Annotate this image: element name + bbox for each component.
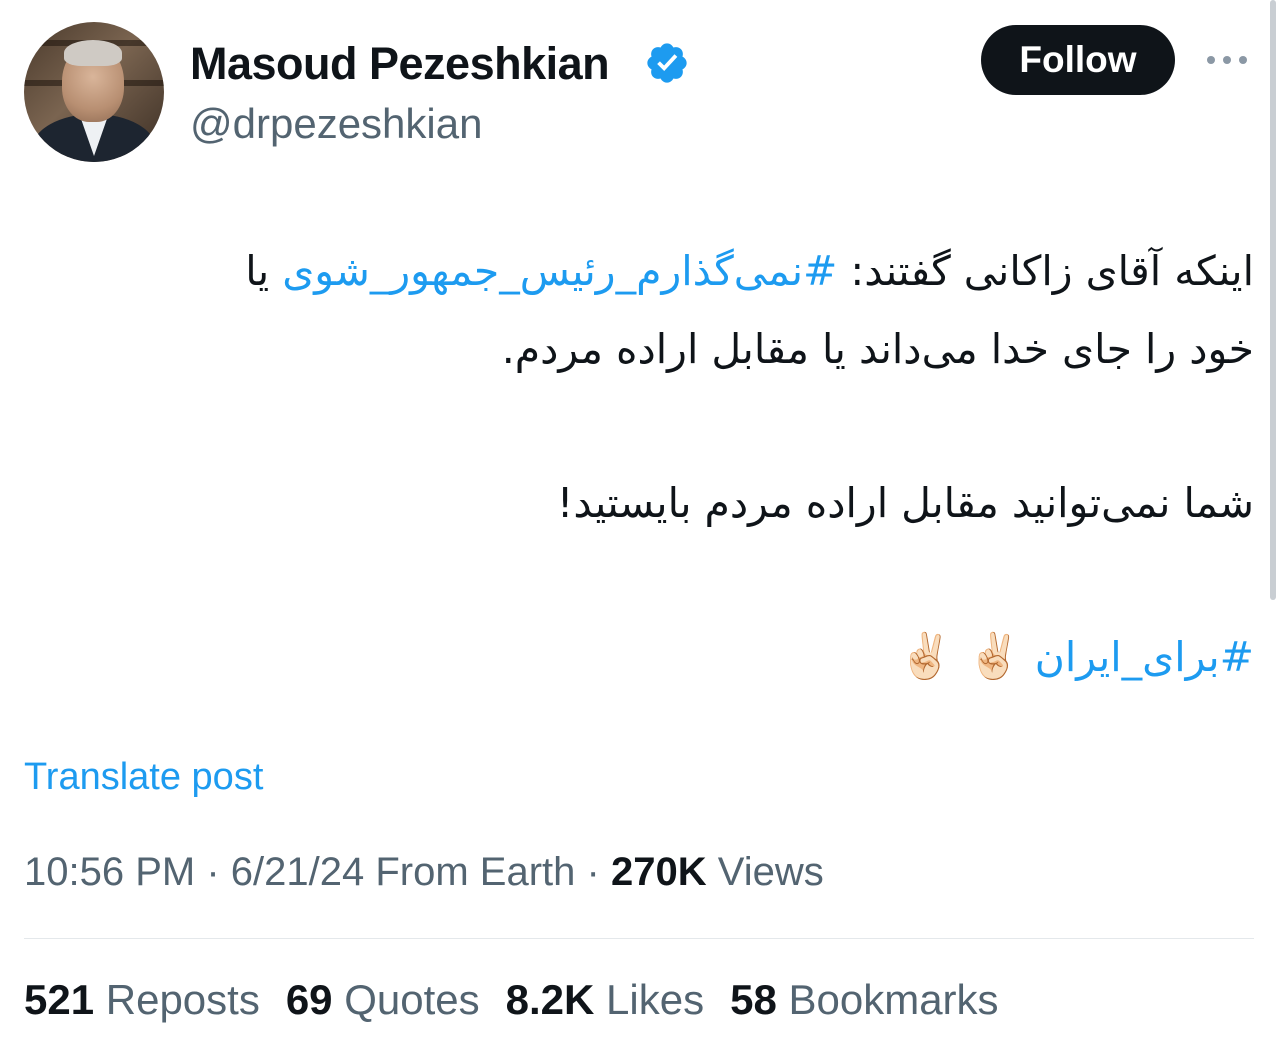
follow-button[interactable]: Follow bbox=[981, 25, 1175, 95]
victory-hand-emoji: ✌🏻 ✌🏻 bbox=[898, 631, 1022, 682]
engagement-stats: 521 Reposts 69 Quotes 8.2K Likes 58 Book… bbox=[24, 976, 999, 1024]
tweet-line-1: اینکه آقای زاکانی گفتند: #نمی‌گذارم_رئیس… bbox=[24, 232, 1254, 310]
likes-count: 8.2K bbox=[505, 976, 595, 1023]
reposts-stat[interactable]: 521 Reposts bbox=[24, 976, 260, 1024]
divider bbox=[24, 938, 1254, 939]
reposts-label: Reposts bbox=[105, 976, 260, 1023]
bookmarks-count: 58 bbox=[730, 976, 777, 1023]
quotes-label: Quotes bbox=[344, 976, 480, 1023]
hashtag-link[interactable]: #برای_ایران bbox=[1035, 633, 1254, 681]
tweet-text-segment: یا bbox=[245, 247, 283, 295]
meta-separator: · bbox=[206, 850, 231, 894]
tweet-date[interactable]: 6/21/24 bbox=[231, 850, 364, 894]
likes-label: Likes bbox=[606, 976, 705, 1023]
scrollbar[interactable] bbox=[1270, 0, 1276, 600]
tweet-line-4: #برای_ایران ✌🏻 ✌🏻 bbox=[24, 618, 1254, 696]
author-name[interactable]: Masoud Pezeshkian bbox=[190, 38, 610, 90]
translate-post-link[interactable]: Translate post bbox=[24, 756, 263, 799]
tweet-text: اینکه آقای زاکانی گفتند: #نمی‌گذارم_رئیس… bbox=[24, 232, 1254, 696]
author-handle[interactable]: @drpezeshkian bbox=[190, 100, 482, 148]
bookmarks-label: Bookmarks bbox=[788, 976, 999, 1023]
likes-stat[interactable]: 8.2K Likes bbox=[506, 976, 704, 1024]
avatar[interactable] bbox=[24, 22, 164, 162]
more-options-icon[interactable] bbox=[1204, 48, 1250, 72]
tweet-line-2: خود را جای خدا می‌داند یا مقابل اراده مر… bbox=[501, 325, 1254, 373]
tweet-time[interactable]: 10:56 PM bbox=[24, 850, 195, 894]
reposts-count: 521 bbox=[24, 976, 95, 1023]
avatar-hair bbox=[64, 40, 122, 66]
bookmarks-stat[interactable]: 58 Bookmarks bbox=[730, 976, 998, 1024]
views-count: 270K bbox=[610, 850, 707, 894]
tweet-meta: 10:56 PM · 6/21/24 From Earth · 270K Vie… bbox=[24, 850, 824, 895]
tweet-location: From Earth bbox=[375, 850, 576, 894]
hashtag-link[interactable]: #نمی‌گذارم_رئیس_جمهور_شوی bbox=[282, 247, 837, 295]
quotes-count: 69 bbox=[285, 976, 333, 1023]
tweet-line-3: شما نمی‌توانید مقابل اراده مردم بایستید! bbox=[556, 479, 1254, 527]
verified-badge-icon bbox=[647, 43, 687, 83]
views-label: Views bbox=[717, 850, 824, 894]
tweet-text-segment: اینکه آقای زاکانی گفتند: bbox=[837, 247, 1254, 295]
meta-separator: · bbox=[586, 850, 611, 894]
quotes-stat[interactable]: 69 Quotes bbox=[286, 976, 480, 1024]
